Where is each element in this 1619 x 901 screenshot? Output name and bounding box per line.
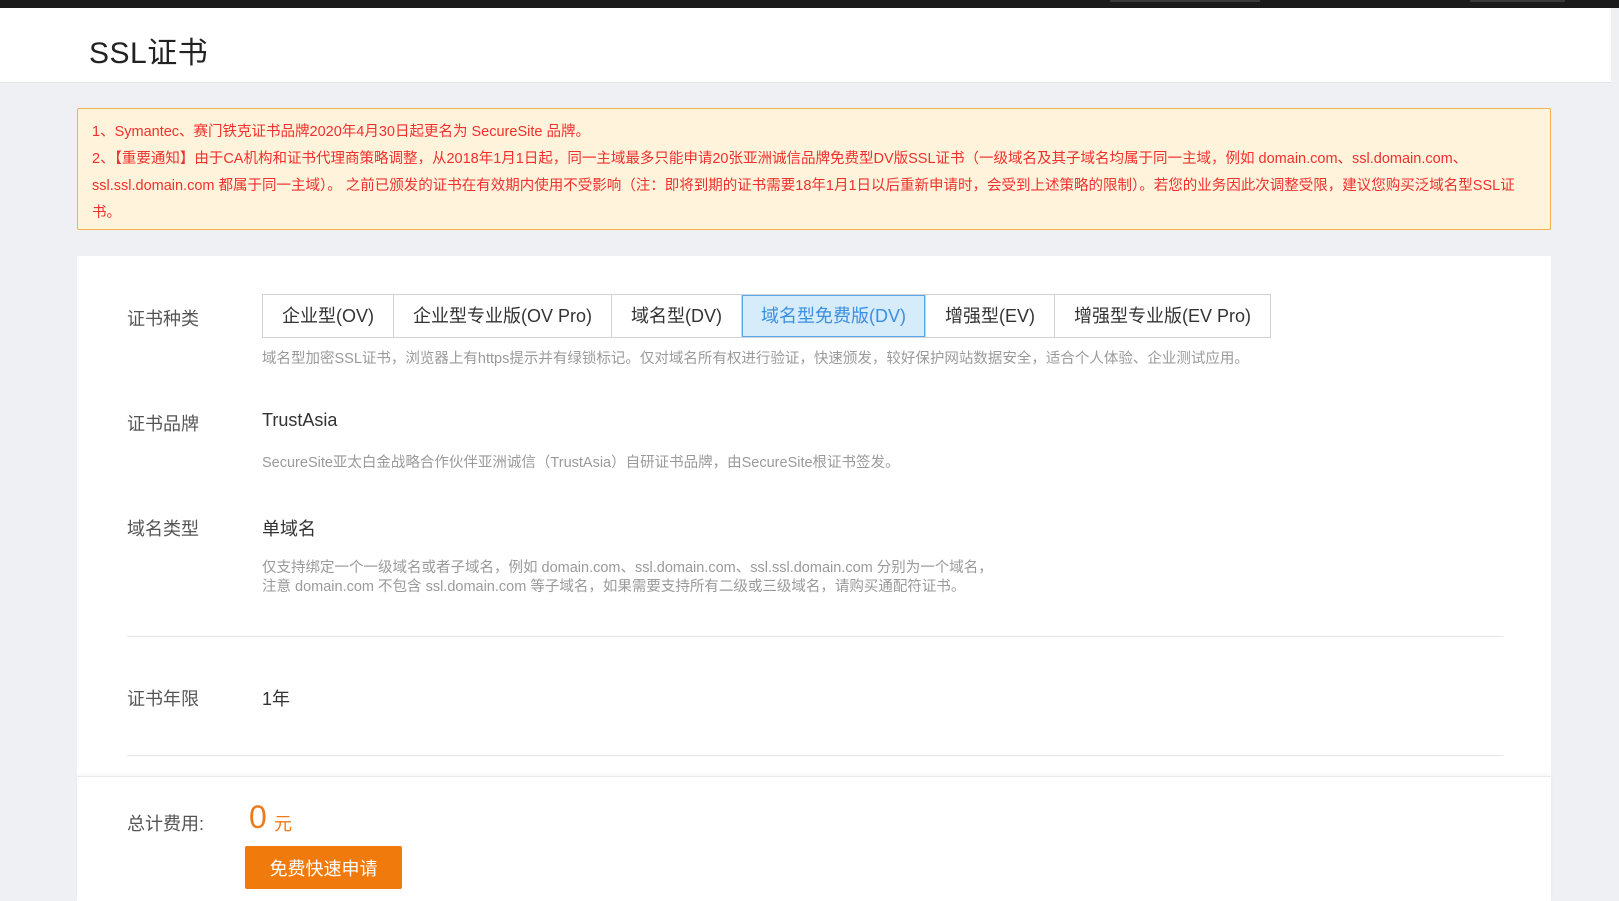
cert-type-label: 证书种类 xyxy=(127,309,199,329)
cert-config-panel: 证书种类 企业型(OV) 企业型专业版(OV Pro) 域名型(DV) 域名型免… xyxy=(77,256,1551,776)
domain-type-description-2: 注意 domain.com 不包含 ssl.domain.com 等子域名，如果… xyxy=(262,579,966,595)
page-header: SSL证书 xyxy=(0,8,1619,83)
divider xyxy=(127,755,1503,756)
domain-type-value: 单域名 xyxy=(262,519,316,539)
cert-brand-label: 证书品牌 xyxy=(127,414,199,434)
tab-ev-pro[interactable]: 增强型专业版(EV Pro) xyxy=(1055,295,1271,337)
page-title: SSL证书 xyxy=(89,37,209,70)
cert-type-tabs: 企业型(OV) 企业型专业版(OV Pro) 域名型(DV) 域名型免费版(DV… xyxy=(262,294,1272,338)
tab-ov-pro[interactable]: 企业型专业版(OV Pro) xyxy=(394,295,613,337)
total-amount: 0 xyxy=(249,799,267,835)
apply-button[interactable]: 免费快速申请 xyxy=(245,846,402,889)
tab-ev[interactable]: 增强型(EV) xyxy=(926,295,1056,337)
browser-top-bar xyxy=(0,0,1619,8)
cert-brand-description: SecureSite亚太白金战略合作伙伴亚洲诚信（TrustAsia）自研证书品… xyxy=(262,455,900,471)
notice-line-1: 1、Symantec、赛门铁克证书品牌2020年4月30日起更名为 Secure… xyxy=(92,124,590,140)
divider xyxy=(127,636,1503,637)
cert-type-description: 域名型加密SSL证书，浏览器上有https提示并有绿锁标记。仅对域名所有权进行验… xyxy=(262,351,1249,367)
currency-unit: 元 xyxy=(274,814,292,834)
notice-line-2: 2、【重要通知】由于CA机构和证书代理商策略调整，从2018年1月1日起，同一主… xyxy=(92,151,1515,221)
cert-term-value: 1年 xyxy=(262,689,291,709)
cert-term-label: 证书年限 xyxy=(127,689,199,709)
total-cost-label: 总计费用: xyxy=(127,814,205,834)
cert-brand-value: TrustAsia xyxy=(262,410,338,430)
order-footer: 总计费用: 0 元 免费快速申请 xyxy=(77,776,1551,901)
tab-dv[interactable]: 域名型(DV) xyxy=(612,295,743,337)
tab-ov[interactable]: 企业型(OV) xyxy=(263,295,394,337)
tab-dv-free[interactable]: 域名型免费版(DV) xyxy=(742,295,927,337)
notice-box: 1、Symantec、赛门铁克证书品牌2020年4月30日起更名为 Secure… xyxy=(77,108,1551,230)
top-bar-slot xyxy=(1110,0,1260,2)
domain-type-description-1: 仅支持绑定一个一级域名或者子域名，例如 domain.com、ssl.domai… xyxy=(262,560,993,576)
domain-type-label: 域名类型 xyxy=(127,519,199,539)
scrollbar[interactable] xyxy=(1611,8,1619,901)
top-bar-slot xyxy=(1470,0,1565,2)
